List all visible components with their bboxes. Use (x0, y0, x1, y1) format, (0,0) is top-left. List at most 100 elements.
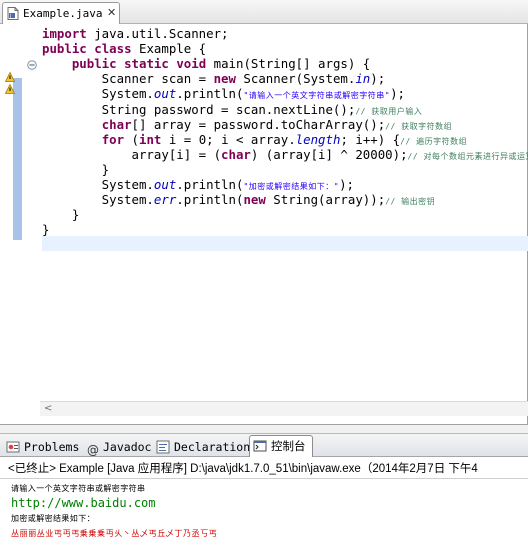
code-token: .println( (176, 177, 244, 192)
tab-label: Problems (24, 440, 80, 454)
close-tab-icon[interactable]: ✕ (107, 6, 116, 19)
code-comment: // 获取字符数组 (385, 121, 453, 131)
code-token: Example { (131, 41, 207, 57)
code-token: Scanner(System. (235, 71, 356, 87)
code-line: System.err.println(new String(array));//… (42, 192, 435, 207)
code-keyword: char (221, 146, 251, 162)
code-comment: // 遍历字符数组 (400, 136, 468, 146)
console-header-text: <已终止> Example [Java 应用程序] D:\java\jdk1.7… (8, 463, 478, 475)
tab-javadoc[interactable]: @ Javadoc (87, 437, 151, 457)
code-token: String(array)); (265, 192, 386, 208)
code-token: [] array = password.toCharArray(); (131, 116, 386, 132)
code-token: .println( (176, 192, 244, 208)
code-keyword: new (213, 71, 236, 87)
code-line: String password = scan.nextLine();// 获取用… (42, 102, 422, 117)
warning-marker-icon[interactable] (5, 72, 15, 82)
code-keyword: import (42, 26, 87, 41)
console-line: 丛丽丽丛业丐丏丐乗乗乗丏乆丶丛乄丐丘乄丁乃丞丂丐 (11, 529, 218, 538)
code-token: in (355, 71, 371, 87)
tab-problems[interactable]: Problems (6, 437, 79, 457)
code-line: } (42, 162, 109, 177)
console-line: 加密或解密结果如下： (11, 514, 95, 523)
code-token: ); (339, 177, 354, 192)
code-token: out (153, 86, 177, 102)
svg-text:J: J (9, 14, 11, 20)
code-keyword: new (243, 192, 266, 208)
code-token: i = 0; i < array. (161, 131, 296, 147)
code-line: System.out.println("加密或解密结果如下："); (42, 177, 354, 192)
code-string: "加密或解密结果如下：" (243, 182, 340, 191)
code-token: System. (42, 177, 154, 192)
code-token: main(String[] args) { (206, 56, 371, 72)
editor-tab-bar: J Example.java ✕ (0, 0, 528, 24)
console-output[interactable]: 请输入一个英文字符串或解密字符串 http://www.baidu.com 加密或解… (0, 479, 528, 546)
code-token: } (42, 161, 110, 177)
console-line: http://www.baidu.com (11, 496, 156, 510)
code-line: public static void main(String[] args) { (42, 56, 370, 71)
declaration-icon (156, 440, 170, 454)
editor-ruler (4, 24, 22, 414)
code-string: "请输入一个英文字符串或解密字符串" (243, 91, 391, 101)
code-token: } (42, 222, 50, 238)
scroll-left-icon[interactable]: < (44, 403, 52, 414)
problems-icon (6, 441, 20, 453)
editor-tab-example-java[interactable]: J Example.java ✕ (2, 2, 120, 24)
code-keyword: public (42, 41, 87, 57)
ruler-change-strip (13, 78, 22, 240)
code-keyword: static (124, 56, 169, 72)
code-token: Scanner scan = (42, 71, 214, 87)
code-token: java.util.Scanner; (86, 26, 229, 41)
fold-collapse-icon[interactable] (27, 60, 37, 70)
code-comment: // 获取用户输入 (355, 106, 423, 116)
code-line: for (int i = 0; i < array.length; i++) {… (42, 132, 467, 147)
java-file-icon: J (7, 7, 19, 20)
code-line: import java.util.Scanner; (42, 26, 229, 41)
at-sign-icon: @ (87, 443, 99, 457)
code-comment: // 输出密钥 (385, 197, 436, 207)
code-comment: // 对每个数组元素进行异或运算 (407, 151, 528, 161)
code-keyword: char (101, 116, 132, 132)
code-line: Scanner scan = new Scanner(System.in); (42, 71, 386, 87)
bottom-panel-tabs: Problems @ Javadoc Declaration 控制台 (0, 433, 528, 458)
console-icon (253, 440, 267, 452)
code-keyword: class (94, 41, 132, 57)
tab-console[interactable]: 控制台 (249, 435, 313, 458)
code-token: out (153, 177, 177, 192)
code-line: public class Example { (42, 41, 206, 56)
code-token: ; i++) { (340, 131, 401, 147)
code-token: } (42, 207, 80, 223)
horizontal-scrollbar[interactable]: < (40, 401, 528, 416)
code-token: .println( (176, 86, 244, 102)
editor-tab-label: Example.java (23, 7, 103, 20)
code-keyword: int (139, 131, 162, 147)
code-token: System. (42, 86, 154, 102)
code-keyword: for (101, 131, 125, 147)
code-editor[interactable]: J Example.java ✕ import java.util.Scanne… (0, 0, 528, 425)
code-area[interactable]: import java.util.Scanner; public class Ex… (42, 26, 528, 246)
code-line: array[i] = (char) (array[i] ^ 20000);// … (42, 147, 528, 162)
code-line: } (42, 207, 79, 222)
code-keyword: void (176, 56, 207, 72)
code-token: ( (124, 131, 139, 147)
code-token: length (295, 131, 341, 147)
code-token: System. (42, 192, 154, 208)
code-token: ); (370, 71, 386, 87)
code-token: array[i] = ( (42, 146, 222, 162)
code-line: System.out.println("请输入一个英文字符串或解密字符串"); (42, 86, 405, 101)
code-token: String password = scan.nextLine(); (42, 101, 356, 117)
console-line: 请输入一个英文字符串或解密字符串 (11, 484, 146, 493)
code-line: char[] array = password.toCharArray();//… (42, 117, 452, 132)
code-token: err (153, 192, 177, 208)
code-token: ) (array[i] ^ 20000); (250, 146, 408, 162)
warning-marker-icon[interactable] (5, 84, 15, 94)
tab-declaration[interactable]: Declaration (156, 437, 250, 457)
tab-label: Declaration (174, 440, 251, 454)
tab-label: Javadoc (103, 440, 152, 454)
code-token: ); (390, 86, 405, 102)
code-line: } (42, 222, 49, 237)
console-status-header: <已终止> Example [Java 应用程序] D:\java\jdk1.7… (0, 457, 528, 479)
